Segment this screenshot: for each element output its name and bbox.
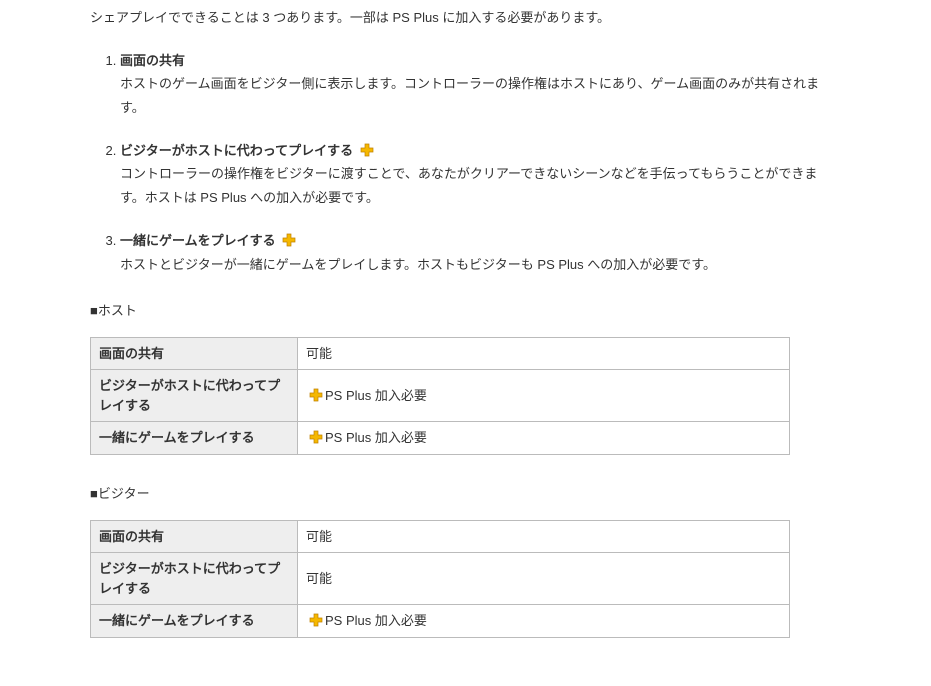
ps-plus-icon: [360, 143, 374, 157]
host-table: 画面の共有 可能 ビジターがホストに代わってプレイする PS Plus 加入必要…: [90, 337, 790, 455]
table-row: 一緒にゲームをプレイする PS Plus 加入必要: [91, 605, 790, 638]
ps-plus-icon: [309, 388, 323, 402]
table-value: PS Plus 加入必要: [298, 370, 790, 422]
feature-desc: コントローラーの操作権をビジターに渡すことで、あなたがクリアーできないシーンなど…: [120, 162, 841, 209]
table-value: PS Plus 加入必要: [298, 422, 790, 455]
feature-title: 画面の共有: [120, 53, 185, 68]
feature-desc: ホストとビジターが一緒にゲームをプレイします。ホストもビジターも PS Plus…: [120, 253, 841, 276]
document-body: シェアプレイでできることは 3 つあります。一部は PS Plus に加入する必…: [0, 0, 931, 686]
feature-desc: ホストのゲーム画面をビジター側に表示します。コントローラーの操作権はホストにあり…: [120, 72, 841, 119]
visitor-section-label: ■ビジター: [90, 483, 841, 502]
table-item: ビジターがホストに代わってプレイする: [91, 370, 298, 422]
table-row: 画面の共有 可能: [91, 337, 790, 370]
host-section-label: ■ホスト: [90, 300, 841, 319]
table-item: 一緒にゲームをプレイする: [91, 422, 298, 455]
table-row: ビジターがホストに代わってプレイする PS Plus 加入必要: [91, 370, 790, 422]
table-value: 可能: [298, 553, 790, 605]
table-value: PS Plus 加入必要: [298, 605, 790, 638]
feature-item-3: 一緒にゲームをプレイする ホストとビジターが一緒にゲームをプレイします。ホストも…: [120, 229, 841, 276]
ps-plus-icon: [309, 430, 323, 444]
table-row: ビジターがホストに代わってプレイする 可能: [91, 553, 790, 605]
visitor-table: 画面の共有 可能 ビジターがホストに代わってプレイする 可能 一緒にゲームをプレ…: [90, 520, 790, 638]
ps-plus-icon: [282, 233, 296, 247]
table-row: 画面の共有 可能: [91, 520, 790, 553]
feature-list: 画面の共有 ホストのゲーム画面をビジター側に表示します。コントローラーの操作権は…: [90, 49, 841, 276]
table-row: 一緒にゲームをプレイする PS Plus 加入必要: [91, 422, 790, 455]
table-item: 一緒にゲームをプレイする: [91, 605, 298, 638]
feature-item-1: 画面の共有 ホストのゲーム画面をビジター側に表示します。コントローラーの操作権は…: [120, 49, 841, 119]
table-item: 画面の共有: [91, 337, 298, 370]
feature-item-2: ビジターがホストに代わってプレイする コントローラーの操作権をビジターに渡すこと…: [120, 139, 841, 209]
table-item: ビジターがホストに代わってプレイする: [91, 553, 298, 605]
table-value: 可能: [298, 520, 790, 553]
table-value: 可能: [298, 337, 790, 370]
table-item: 画面の共有: [91, 520, 298, 553]
feature-title: ビジターがホストに代わってプレイする: [120, 143, 353, 158]
feature-title: 一緒にゲームをプレイする: [120, 233, 276, 248]
ps-plus-icon: [309, 613, 323, 627]
intro-text: シェアプレイでできることは 3 つあります。一部は PS Plus に加入する必…: [90, 8, 841, 29]
